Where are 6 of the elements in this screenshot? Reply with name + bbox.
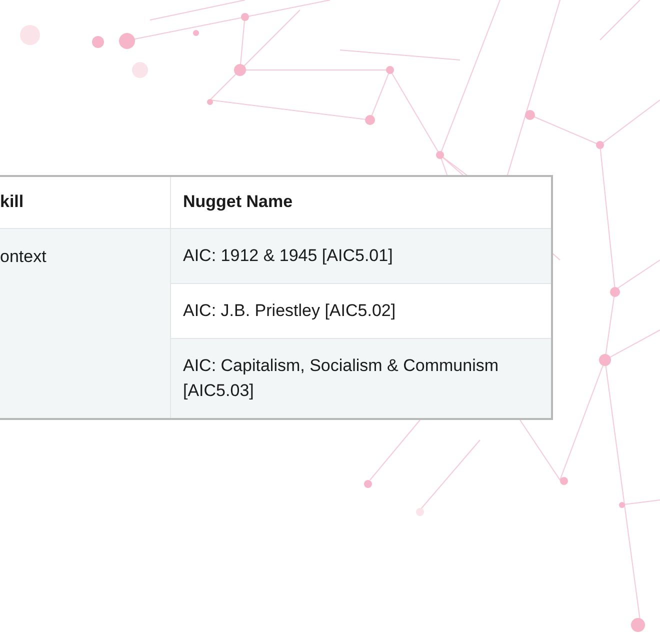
column-header: Nugget Name <box>170 176 552 228</box>
column-header: kill <box>0 176 170 228</box>
table-cell: AIC: Capitalism, Socialism & Communism [AIC5.03] <box>170 338 552 419</box>
table-cell: AIC: J.B. Priestley [AIC5.02] <box>170 284 552 338</box>
table-cell: AIC: 1912 & 1945 [AIC5.01] <box>170 228 552 284</box>
table-cell: ontext <box>0 228 170 419</box>
